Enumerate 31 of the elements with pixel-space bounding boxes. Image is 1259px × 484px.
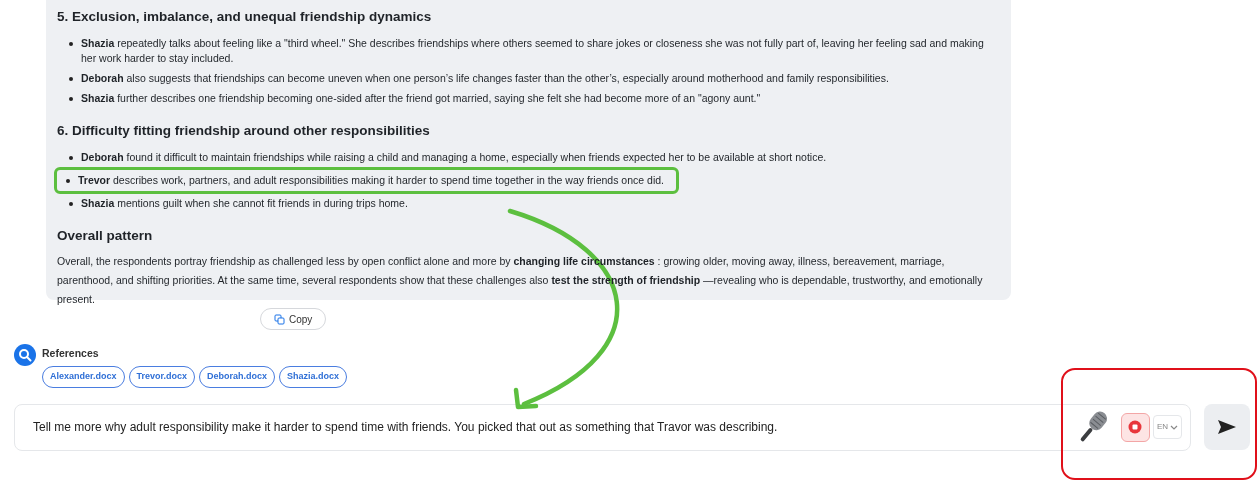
bullet-icon (69, 42, 73, 46)
bullet-text: Shazia further describes one friendship becoming one-sided after the friend got married, saying she felt she had become more of an "agony aunt." (81, 91, 761, 106)
bullet-icon (69, 97, 73, 101)
reference-chip[interactable]: Shazia.docx (279, 365, 348, 388)
copy-icon (274, 313, 285, 325)
chevron-down-icon (1170, 424, 1178, 430)
reference-chip[interactable]: Trevor.docx (128, 365, 196, 388)
bullet-icon (69, 202, 73, 206)
references-label: References (42, 346, 100, 361)
reference-chip[interactable]: Deborah.docx (199, 365, 276, 388)
bullet-text: Shazia repeatedly talks about feeling like a "third wheel." She describes friendships where others seemed to share jokes or closeness she was not fully part of, leaving her feeling sad and making her work harder to stay included. (81, 36, 985, 66)
section-heading: Overall pattern (57, 227, 154, 245)
send-button[interactable] (1204, 404, 1250, 451)
section-heading: 5. Exclusion, imbalance, and unequal friendship dynamics (57, 8, 433, 26)
message-text: Tell me more why adult responsibility make it harder to spend time with friends. You picked that out as something that Travor was describing. (33, 419, 779, 437)
language-dropdown[interactable]: EN (1152, 415, 1182, 440)
send-icon (1217, 419, 1237, 436)
search-icon (14, 344, 36, 366)
section-heading: 6. Difficulty fitting friendship around other responsibilities (57, 122, 431, 140)
bullet-icon (66, 179, 70, 183)
bullet-text: Trevor describes work, partners, and adult responsibilities making it harder to spend time together in the way friends once did. (78, 173, 664, 188)
reference-chip[interactable]: Alexander.docx (42, 365, 125, 388)
stop-icon (1128, 420, 1143, 435)
bullet-text: Deborah found it difficult to maintain friendships while raising a child and managing a home, especially when friends expected her to be available at short notice. (81, 150, 827, 165)
bullet-text: Shazia mentions guilt when she cannot fit friends in during trips home. (81, 196, 408, 211)
message-field[interactable]: Tell me more why adult responsibility make it harder to spend time with friends. You picked that out as something that Travor was describing. EN (14, 403, 1191, 451)
copy-button[interactable]: Copy (260, 308, 327, 330)
bullet-icon (69, 156, 73, 160)
bullet-text: Deborah also suggests that friendships can become uneven when one person’s life changes faster than the other’s, especially around motherhood and family responsibilities. (81, 71, 889, 86)
stop-button[interactable] (1120, 412, 1150, 442)
bullet-icon (69, 77, 73, 81)
